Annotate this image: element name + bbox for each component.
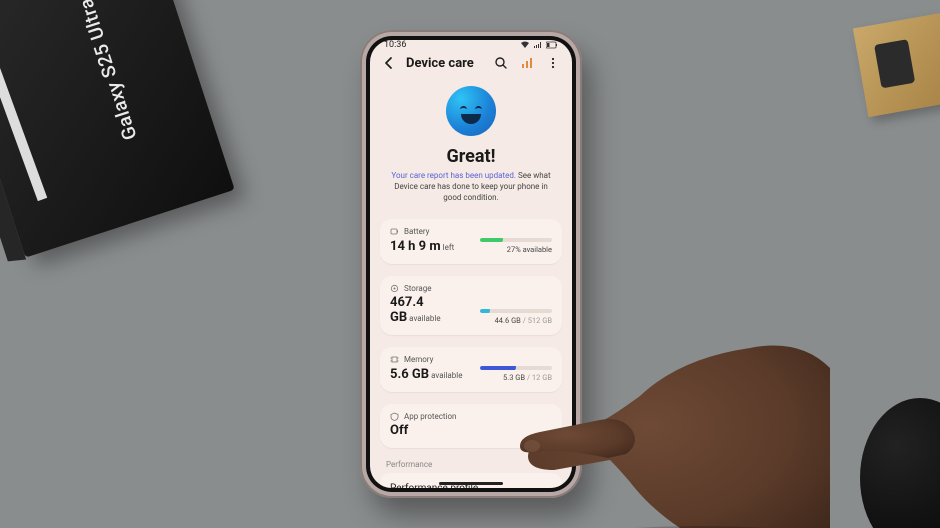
bar-chart-icon <box>520 56 534 70</box>
wooden-decor-object <box>853 13 940 117</box>
chart-button[interactable] <box>518 54 536 72</box>
battery-meter <box>480 238 552 242</box>
card-battery-head: Battery <box>390 227 552 236</box>
signal-icon <box>533 41 543 49</box>
card-memory-head: Memory <box>390 355 552 364</box>
shield-icon <box>390 412 399 421</box>
status-face-icon <box>446 86 496 136</box>
memory-used-label: 5.3 GB / 12 GB <box>503 373 552 382</box>
box-product-name: Galaxy S25 Ultra <box>74 0 142 143</box>
phone-bezel: 10:36 Device care <box>366 36 576 492</box>
card-storage[interactable]: Storage 467.4 GBavailable 44.6 GB / 512 … <box>380 276 562 335</box>
battery-icon <box>546 41 558 49</box>
battery-label: Battery <box>404 227 429 236</box>
storage-used-label: 44.6 GB / 512 GB <box>495 316 552 325</box>
memory-small-icon <box>390 355 399 364</box>
storage-meter <box>480 309 552 313</box>
more-vertical-icon <box>546 56 560 70</box>
card-memory[interactable]: Memory 5.6 GBavailable 5.3 GB / 12 GB <box>380 347 562 392</box>
memory-meter <box>480 366 552 370</box>
care-report-link[interactable]: Your care report has been updated. <box>391 171 516 180</box>
item-performance-profile[interactable]: Performance profile <box>380 473 562 488</box>
app-protection-value: Off <box>390 423 552 438</box>
hero-status: Great! Your care report has been updated… <box>370 82 572 213</box>
battery-value: 14 h 9 mleft <box>390 239 454 254</box>
back-button[interactable] <box>380 54 398 72</box>
card-app-protection-head: App protection <box>390 412 552 421</box>
dark-object-corner <box>860 398 940 528</box>
memory-label: Memory <box>404 355 433 364</box>
status-title: Great! <box>446 146 495 167</box>
phone-screen: 10:36 Device care <box>370 40 572 488</box>
storage-label: Storage <box>404 284 432 293</box>
memory-value: 5.6 GBavailable <box>390 367 462 382</box>
nav-bar-indicator <box>439 482 503 485</box>
product-box: Galaxy S25 Ultra <box>0 0 235 258</box>
app-bar: Device care <box>370 50 572 82</box>
app-protection-label: App protection <box>404 412 456 421</box>
box-accent-stripe <box>0 29 47 202</box>
search-button[interactable] <box>492 54 510 72</box>
status-time: 10:36 <box>384 40 406 50</box>
phone-body: 10:36 Device care <box>360 30 582 498</box>
battery-small-icon <box>390 227 399 236</box>
card-storage-head: Storage <box>390 284 552 293</box>
status-icons <box>520 41 558 49</box>
more-button[interactable] <box>544 54 562 72</box>
search-icon <box>494 56 508 70</box>
storage-small-icon <box>390 284 399 293</box>
status-bar: 10:36 <box>370 40 572 50</box>
status-subtext: Your care report has been updated. See w… <box>390 171 552 203</box>
page-title: Device care <box>406 56 484 71</box>
battery-pct-label: 27% available <box>507 245 552 254</box>
back-icon <box>382 56 396 70</box>
card-battery[interactable]: Battery 14 h 9 mleft 27% available <box>380 219 562 264</box>
storage-value: 467.4 GBavailable <box>390 295 466 325</box>
card-app-protection[interactable]: App protection Off <box>380 404 562 448</box>
section-performance: Performance <box>370 454 572 471</box>
wifi-icon <box>520 41 530 49</box>
